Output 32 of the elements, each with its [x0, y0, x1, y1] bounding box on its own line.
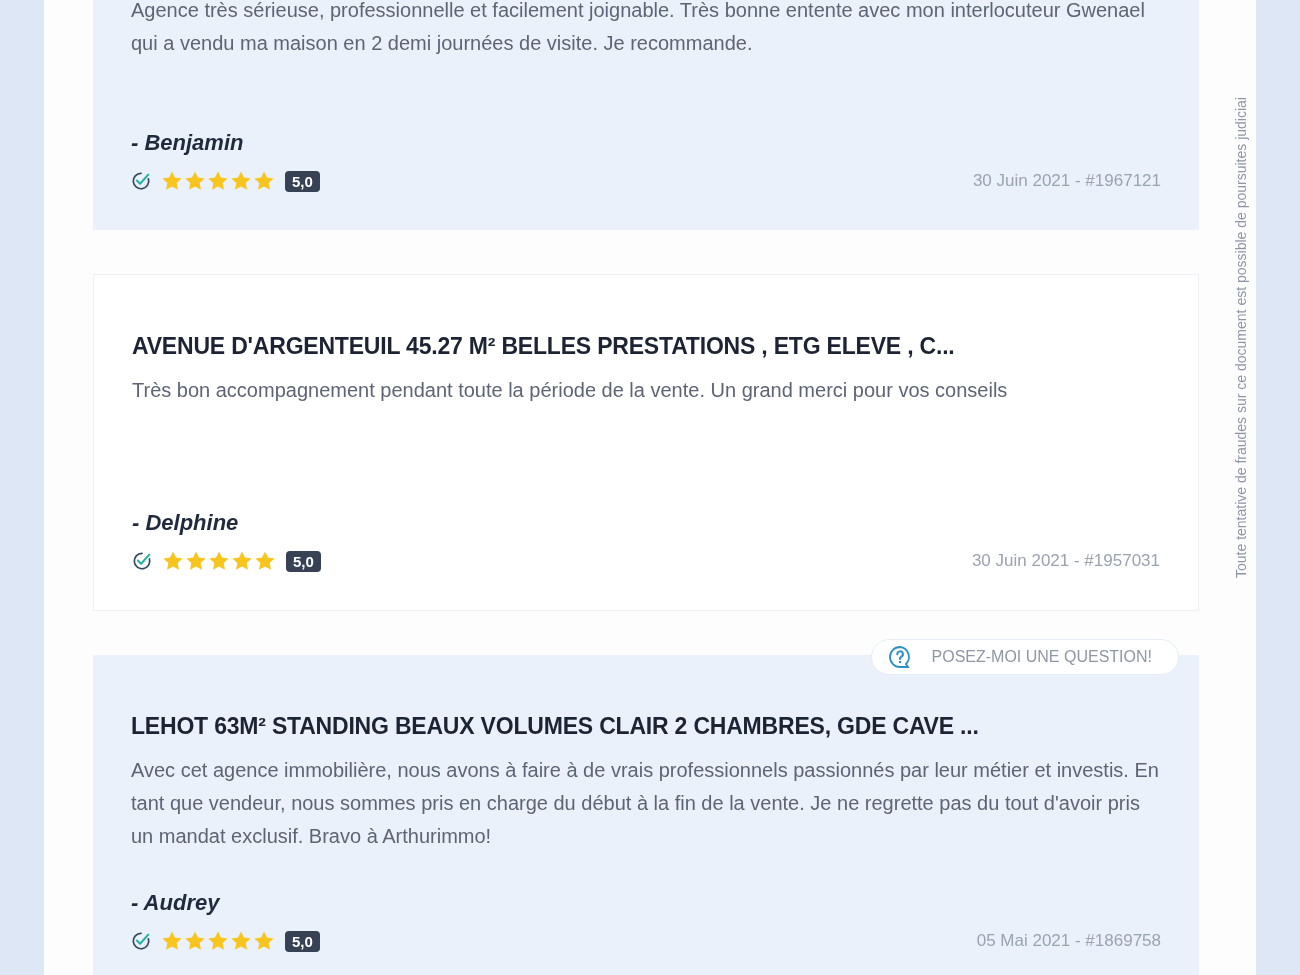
star-icon — [207, 930, 229, 952]
star-icon — [184, 930, 206, 952]
review-author: - Audrey — [131, 890, 221, 916]
star-icon — [253, 930, 275, 952]
review-date: 30 Juin 2021 - #1967121 — [972, 171, 1161, 191]
review-author: - Benjamin — [131, 130, 245, 156]
star-icon — [230, 930, 252, 952]
review-date: 30 Juin 2021 - #1957031 — [971, 551, 1160, 571]
review-author: - Delphine — [132, 510, 240, 536]
star-icon — [162, 550, 184, 572]
star-icon — [185, 550, 207, 572]
star-icon — [161, 170, 183, 192]
star-icon — [208, 550, 230, 572]
review-text: Très bon accompagnement pendant toute la période de la vente. Un grand merci pour vos conseils — [132, 378, 1009, 403]
star-icon — [207, 170, 229, 192]
star-icon — [230, 170, 252, 192]
star-icon — [184, 170, 206, 192]
score-badge: 5,0 — [286, 550, 321, 572]
score-badge: 5,0 — [285, 170, 320, 192]
star-icon — [161, 930, 183, 952]
star-icon — [253, 170, 275, 192]
star-icon — [231, 550, 253, 572]
star-icon — [254, 550, 276, 572]
fraud-notice: Toute tentative de fraudes sur ce document est possible de poursuites judiciai — [1233, 97, 1249, 578]
question-button[interactable]: POSEZ-MOI UNE QUESTION! — [870, 639, 1179, 675]
review-date: 05 Mai 2021 - #1869758 — [976, 931, 1161, 951]
review-text: Avec cet agence immobilière, nous avons à faire à de vrais professionnels passionnés par leur métier et investis. En tant que vendeur, nous sommes pris en charge du début à la fin de la vente. Je ne regrette pas du tout d'avoir pris un mandat exclusif. Bravo à Arthurimmo! — [131, 758, 1160, 849]
review-text: Agence très sérieuse, professionnelle et facilement joignable. Très bonne entente avec mon interlocuteur Gwenael qui a vendu ma maison en 2 demi journées de visite. Je recommande. — [131, 0, 1146, 56]
review-title: AVENUE D'ARGENTEUIL 45.27 M² BELLES PRESTATIONS , ETG ELEVE , C... — [132, 333, 956, 360]
review-title: LEHOT 63M² STANDING BEAUX VOLUMES CLAIR 2 CHAMBRES, GDE CAVE ... — [131, 713, 980, 740]
score-badge: 5,0 — [285, 930, 320, 952]
question-icon — [887, 645, 912, 669]
